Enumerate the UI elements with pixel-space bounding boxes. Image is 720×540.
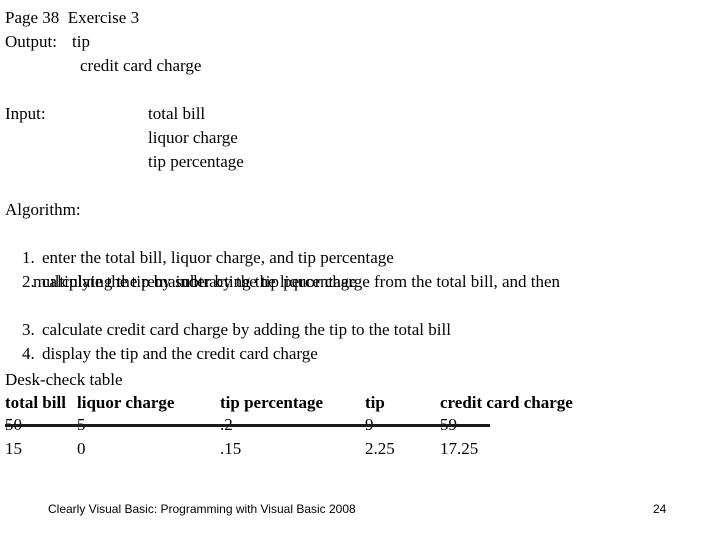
output-label: Output:	[5, 32, 57, 51]
page-reference: Page 38 Exercise 3	[5, 8, 140, 27]
footer-source: Clearly Visual Basic: Programming with V…	[48, 502, 356, 516]
input-item-liquor-charge: liquor charge	[148, 128, 238, 147]
input-item-total-bill: total bill	[148, 104, 206, 123]
strikethrough-line	[5, 424, 490, 427]
cell-tip-percentage: .15	[220, 439, 242, 458]
column-header-credit-card-charge: credit card charge	[440, 393, 573, 412]
input-label: Input:	[5, 104, 46, 123]
column-header-liquor-charge: liquor charge	[77, 393, 175, 412]
cell-total-bill: 15	[5, 439, 22, 458]
algorithm-step-2-continuation: multiplying the remainder by the tip per…	[33, 272, 357, 291]
slide-canvas: Page 38 Exercise 3 Output: tip credit ca…	[0, 0, 720, 540]
algorithm-title: Algorithm:	[5, 200, 81, 219]
table-row: 50 5 .2 9 59	[0, 413, 720, 437]
footer-page-number: 24	[653, 502, 667, 516]
cell-tip: 2.25	[365, 439, 395, 458]
algorithm-step-4-text: display the tip and the credit card char…	[42, 344, 318, 363]
input-item-tip-percentage: tip percentage	[148, 152, 244, 171]
output-item-credit-card-charge: credit card charge	[80, 56, 202, 75]
column-header-tip-percentage: tip percentage	[220, 393, 324, 412]
table-row: 15 0 .15 2.25 17.25	[0, 437, 720, 461]
algorithm-step-4-number: 4.	[22, 344, 35, 363]
desk-check-header-row: total bill liquor charge tip percentage …	[0, 391, 720, 415]
column-header-total-bill: total bill	[5, 393, 66, 412]
column-header-tip: tip	[365, 393, 385, 412]
cell-credit-card-charge: 17.25	[440, 439, 479, 458]
desk-check-table-title: Desk-check table	[5, 370, 123, 389]
cell-liquor-charge: 0	[77, 439, 86, 458]
output-item-tip: tip	[72, 32, 90, 51]
